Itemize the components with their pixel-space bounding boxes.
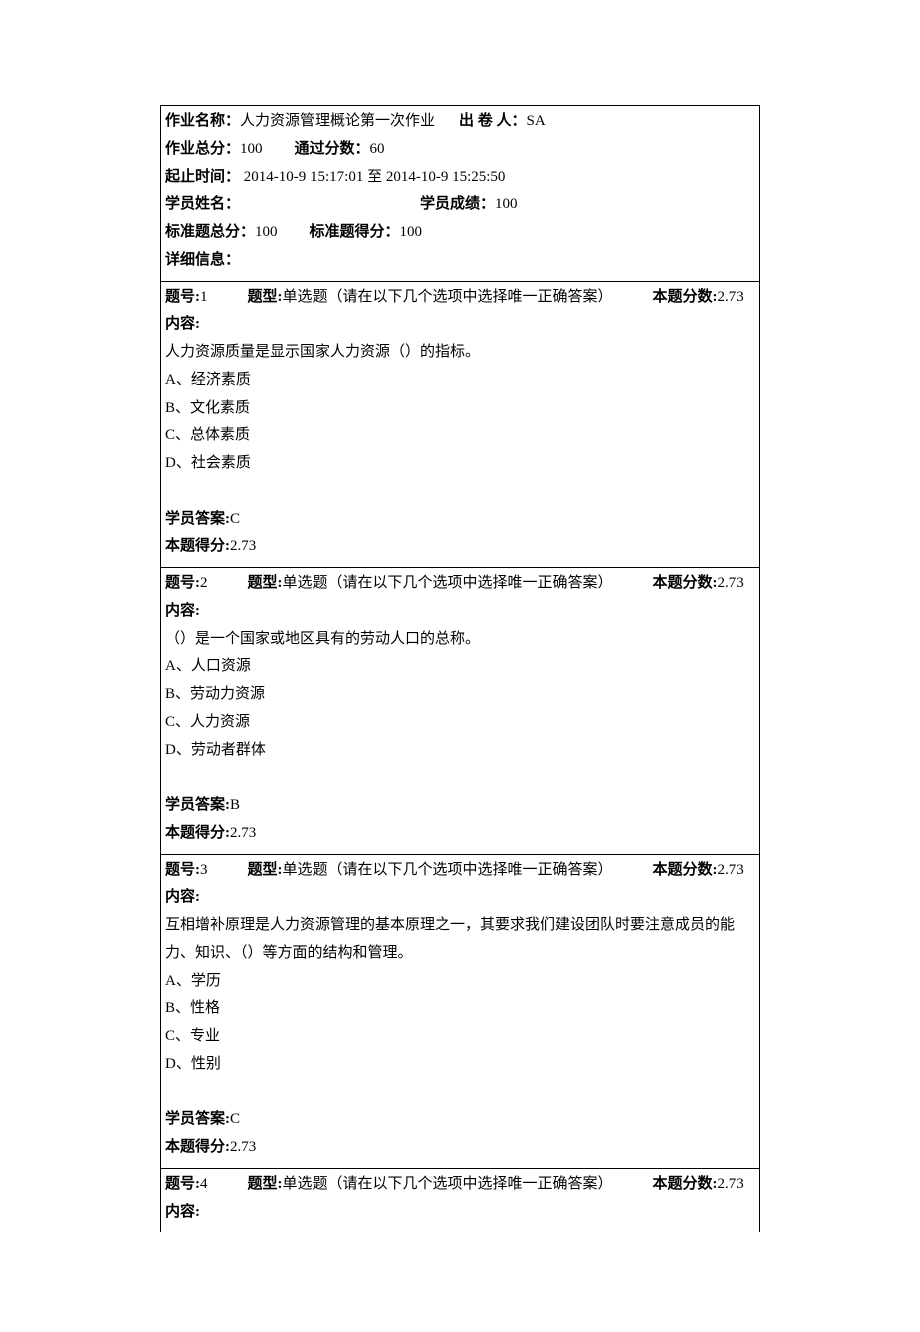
std-total-label: 标准题总分： bbox=[165, 224, 255, 240]
question-cell: 题号:3题型:单选题（请在以下几个选项中选择唯一正确答案）本题分数:2.73内容… bbox=[161, 855, 759, 1169]
qpoints-label: 本题分数: bbox=[653, 289, 718, 305]
issuer: SA bbox=[527, 113, 546, 129]
qpoints-value: 2.73 bbox=[718, 862, 744, 878]
question-stem: 互相增补原理是人力资源管理的基本原理之一，其要求我们建设团队时要注意成员的能力、… bbox=[165, 912, 755, 968]
qtype-value: 单选题（请在以下几个选项中选择唯一正确答案） bbox=[283, 289, 613, 305]
question-option: A、学历 bbox=[165, 968, 755, 996]
qno-label: 题号: bbox=[165, 1176, 200, 1192]
qtype-label: 题型: bbox=[248, 289, 283, 305]
qtype-label: 题型: bbox=[248, 862, 283, 878]
pass-score: 60 bbox=[370, 141, 385, 157]
pass-score-label: 通过分数： bbox=[295, 141, 370, 157]
question-option: D、性别 bbox=[165, 1051, 755, 1079]
assignment-name: 人力资源管理概论第一次作业 bbox=[240, 113, 435, 129]
qtype-value: 单选题（请在以下几个选项中选择唯一正确答案） bbox=[283, 1176, 613, 1192]
answer-value: C bbox=[230, 511, 240, 527]
details-label: 详细信息： bbox=[165, 252, 240, 268]
std-score-label: 标准题得分： bbox=[310, 224, 400, 240]
student-score-label: 学员成绩： bbox=[420, 196, 495, 212]
total-score-label: 作业总分： bbox=[165, 141, 240, 157]
question-option: D、社会素质 bbox=[165, 450, 755, 478]
question-option: B、性格 bbox=[165, 995, 755, 1023]
question-stem: （）是一个国家或地区具有的劳动人口的总称。 bbox=[165, 626, 755, 654]
question-cell: 题号:1题型:单选题（请在以下几个选项中选择唯一正确答案）本题分数:2.73内容… bbox=[161, 282, 759, 569]
qtype-value: 单选题（请在以下几个选项中选择唯一正确答案） bbox=[283, 862, 613, 878]
earned-value: 2.73 bbox=[230, 1139, 256, 1155]
content-label: 内容: bbox=[165, 889, 200, 905]
answer-label: 学员答案: bbox=[165, 1111, 230, 1127]
question-option: D、劳动者群体 bbox=[165, 737, 755, 765]
assignment-table: 作业名称：人力资源管理概论第一次作业出 卷 人：SA 作业总分：100通过分数：… bbox=[160, 105, 760, 1232]
qtype-label: 题型: bbox=[248, 1176, 283, 1192]
question-option: B、文化素质 bbox=[165, 395, 755, 423]
qno-label: 题号: bbox=[165, 862, 200, 878]
question-cell: 题号:4 题型:单选题（请在以下几个选项中选择唯一正确答案） 本题分数:2.73 内容… bbox=[161, 1169, 759, 1233]
qpoints-label: 本题分数: bbox=[653, 862, 718, 878]
question-option: A、经济素质 bbox=[165, 367, 755, 395]
content-label: 内容: bbox=[165, 316, 200, 332]
qpoints-value: 2.73 bbox=[718, 575, 744, 591]
qpoints-label: 本题分数: bbox=[653, 575, 718, 591]
qno-value: 4 bbox=[200, 1176, 208, 1192]
answer-value: B bbox=[230, 797, 240, 813]
question-option: C、人力资源 bbox=[165, 709, 755, 737]
answer-value: C bbox=[230, 1111, 240, 1127]
question-option: A、人口资源 bbox=[165, 653, 755, 681]
earned-value: 2.73 bbox=[230, 538, 256, 554]
qno-label: 题号: bbox=[165, 575, 200, 591]
qno-value: 3 bbox=[200, 862, 208, 878]
earned-value: 2.73 bbox=[230, 825, 256, 841]
earned-label: 本题得分: bbox=[165, 1139, 230, 1155]
earned-label: 本题得分: bbox=[165, 538, 230, 554]
earned-label: 本题得分: bbox=[165, 825, 230, 841]
qno-value: 2 bbox=[200, 575, 208, 591]
std-score: 100 bbox=[400, 224, 423, 240]
qno-label: 题号: bbox=[165, 289, 200, 305]
time-range-label: 起止时间： bbox=[165, 169, 240, 185]
issuer-label: 出 卷 人： bbox=[459, 113, 527, 129]
student-score: 100 bbox=[495, 196, 518, 212]
question-option: C、总体素质 bbox=[165, 422, 755, 450]
student-name-label: 学员姓名： bbox=[165, 196, 240, 212]
header-cell: 作业名称：人力资源管理概论第一次作业出 卷 人：SA 作业总分：100通过分数：… bbox=[161, 106, 759, 282]
total-score: 100 bbox=[240, 141, 263, 157]
std-total: 100 bbox=[255, 224, 278, 240]
qtype-label: 题型: bbox=[248, 575, 283, 591]
time-range: 2014-10-9 15:17:01 至 2014-10-9 15:25:50 bbox=[240, 169, 505, 185]
assignment-name-label: 作业名称： bbox=[165, 113, 240, 129]
qno-value: 1 bbox=[200, 289, 208, 305]
question-stem: 人力资源质量是显示国家人力资源（）的指标。 bbox=[165, 339, 755, 367]
answer-label: 学员答案: bbox=[165, 511, 230, 527]
qpoints-label: 本题分数: bbox=[653, 1176, 718, 1192]
qpoints-value: 2.73 bbox=[718, 289, 744, 305]
content-label: 内容: bbox=[165, 603, 200, 619]
content-label: 内容: bbox=[165, 1204, 200, 1220]
question-cell: 题号:2题型:单选题（请在以下几个选项中选择唯一正确答案）本题分数:2.73内容… bbox=[161, 568, 759, 855]
question-option: B、劳动力资源 bbox=[165, 681, 755, 709]
qpoints-value: 2.73 bbox=[718, 1176, 744, 1192]
question-option: C、专业 bbox=[165, 1023, 755, 1051]
qtype-value: 单选题（请在以下几个选项中选择唯一正确答案） bbox=[283, 575, 613, 591]
answer-label: 学员答案: bbox=[165, 797, 230, 813]
